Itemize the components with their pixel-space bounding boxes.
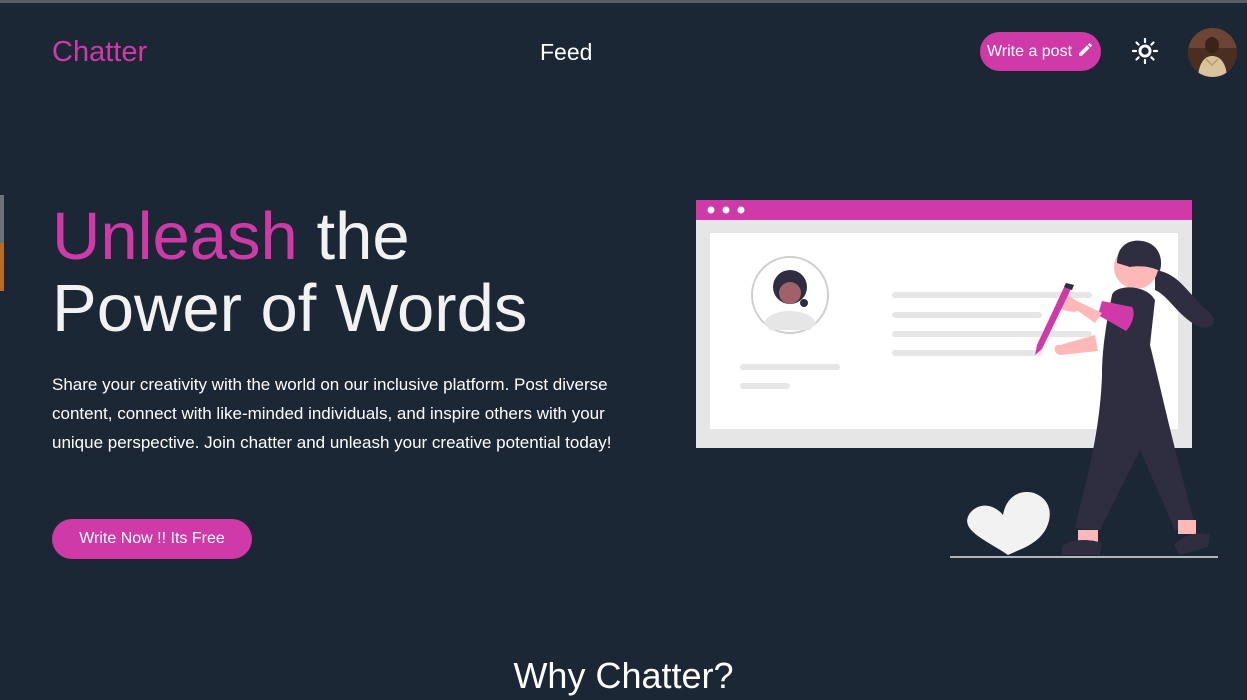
top-navbar: Chatter Feed Write a post [0, 3, 1247, 98]
write-a-post-label: Write a post [986, 42, 1073, 60]
avatar-photo [1188, 28, 1237, 77]
hero-illustration [696, 200, 1218, 558]
window-edge-strip-accent [0, 243, 4, 291]
hero-title: Unleash the Power of Words [52, 201, 527, 345]
window-edge-strip [0, 195, 4, 243]
why-chatter-heading: Why Chatter? [513, 655, 734, 696]
hero-title-accent: Unleash [52, 199, 298, 274]
pencil-icon [1077, 41, 1094, 63]
sun-icon [1131, 37, 1159, 65]
write-a-post-button[interactable]: Write a post [980, 32, 1101, 71]
user-avatar[interactable] [1188, 28, 1237, 77]
hero-title-line1-rest: the [316, 199, 410, 274]
write-now-button[interactable]: Write Now !! Its Free [52, 519, 252, 559]
chatter-logo[interactable]: Chatter [52, 36, 147, 69]
hero-description: Share your creativity with the world on … [52, 375, 612, 452]
nav-feed-link[interactable]: Feed [540, 39, 592, 66]
theme-toggle-button[interactable] [1131, 37, 1159, 65]
hero-title-line2: Power of Words [52, 271, 528, 346]
